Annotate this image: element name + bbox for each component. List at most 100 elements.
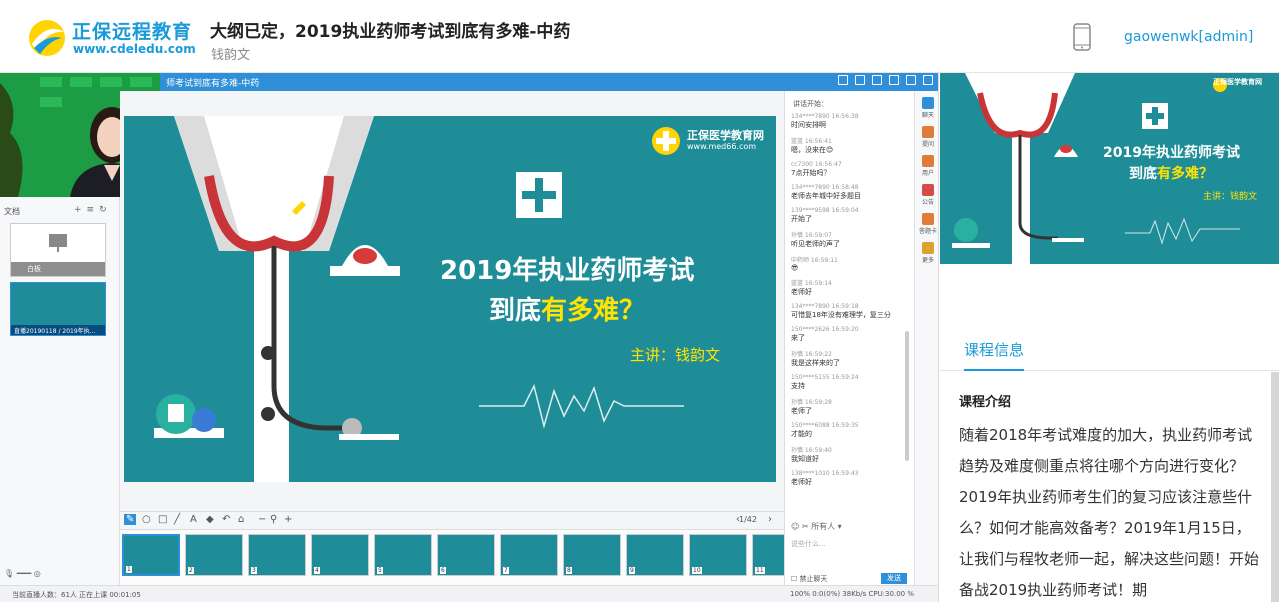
zoom-in-icon[interactable]: + bbox=[284, 514, 292, 525]
settings-icon[interactable] bbox=[855, 75, 865, 85]
document-thumbnail[interactable]: 直播20190118 / 2019年执... bbox=[10, 282, 106, 336]
minimize-icon[interactable] bbox=[889, 75, 899, 85]
whiteboard-thumbnail[interactable]: 白板 bbox=[10, 223, 106, 277]
chat-message: 150****2626 16:59:20 来了 bbox=[791, 326, 907, 343]
side-tab-label: 聊天 bbox=[921, 112, 934, 119]
side-tab[interactable]: 提问 bbox=[919, 126, 937, 148]
pen-tool-icon[interactable]: ✎ bbox=[124, 514, 137, 525]
logo-mark-icon bbox=[29, 20, 65, 56]
intro-text: 随着2018年考试难度的加大，执业药师考试趋势及难度侧重点将往哪个方向进行变化？… bbox=[959, 426, 1260, 599]
chat-message-text: 😎 bbox=[791, 264, 799, 272]
chat-header: 讲话开始： bbox=[793, 100, 828, 108]
close-icon[interactable] bbox=[923, 75, 933, 85]
logo[interactable]: 正保远程教育 www.cdeledu.com bbox=[26, 16, 196, 60]
circle-tool-icon[interactable]: ○ bbox=[142, 514, 151, 525]
cover-title-line2-pre: 到底 bbox=[1129, 166, 1157, 182]
chat-message: 蓝蓝 16:59:14 老师好 bbox=[791, 278, 907, 297]
slide-title-line1: 2019年执业药师考试 bbox=[440, 256, 695, 286]
filmstrip-slide[interactable]: 2 bbox=[185, 534, 243, 576]
slide-artwork bbox=[154, 116, 684, 482]
fullscreen-icon[interactable] bbox=[838, 75, 848, 85]
slide-title-line2: 到底有多难？ bbox=[489, 290, 645, 327]
filmstrip-slide-number: 8 bbox=[566, 567, 572, 574]
maximize-icon[interactable] bbox=[906, 75, 916, 85]
status-viewers: 当前直播人数：61人 正在上课 00:01:05 bbox=[12, 591, 141, 599]
line-tool-icon[interactable]: ╱ bbox=[174, 514, 180, 525]
side-tab[interactable]: 用户 bbox=[919, 155, 937, 177]
live-player: 师考试到底有多难-中药 文档 +≡↻ 白板 直播20190118 / 2019年… bbox=[0, 73, 939, 602]
slide-logo-url: www.med66.com bbox=[687, 142, 757, 151]
side-tab-label: 更多 bbox=[921, 257, 934, 264]
chat-message-sender: 中药师 16:59:11 bbox=[791, 257, 838, 264]
status-network: 100% 0:0(0%) 38Kb/s CPU:30.00 % bbox=[790, 590, 914, 598]
user-account-link[interactable]: gaowenwk[admin] bbox=[1124, 29, 1253, 45]
zoom-icon[interactable]: ⚲ bbox=[270, 514, 277, 525]
chat-message: 138****1010 16:59:43 老师好 bbox=[791, 470, 907, 487]
filmstrip-slide[interactable]: 9 bbox=[626, 534, 684, 576]
chat-message-list: 134****7890 16:56:38 时间安排啊 蓝蓝 16:56:41 嗯，没来… bbox=[791, 113, 907, 503]
mobile-phone-icon[interactable] bbox=[1073, 23, 1091, 51]
chat-message-sender: 138****1010 16:59:43 bbox=[791, 470, 859, 477]
eraser-icon[interactable]: ◆ bbox=[206, 514, 214, 525]
chat-message-sender: 150****2626 16:59:20 bbox=[791, 326, 859, 333]
menu-icon[interactable] bbox=[872, 75, 882, 85]
filmstrip-slide-number: 11 bbox=[755, 567, 765, 574]
chat-message: 孙慎 16:59:07 听见老师的声了 bbox=[791, 230, 907, 249]
chat-message-sender: 150****5155 16:59:24 bbox=[791, 374, 859, 381]
filmstrip-slide-number: 10 bbox=[692, 567, 702, 574]
filmstrip-slide[interactable]: 5 bbox=[374, 534, 432, 576]
filmstrip-slide[interactable]: 8 bbox=[563, 534, 621, 576]
cover-artwork bbox=[952, 73, 1240, 264]
slide-speaker: 主讲：钱韵文 bbox=[630, 346, 721, 364]
cover-title-line1: 2019年执业药师考试 bbox=[1103, 145, 1240, 161]
document-tools[interactable]: +≡↻ bbox=[74, 205, 112, 215]
chat-message-text: 可惜复18年没有难理学，复三分 bbox=[791, 311, 891, 319]
chat-input[interactable]: 说些什么... bbox=[789, 537, 909, 567]
chat-message-text: 我知道好 bbox=[791, 455, 819, 463]
tab-course-info[interactable]: 课程信息 bbox=[964, 339, 1025, 371]
filmstrip-slide[interactable]: 7 bbox=[500, 534, 558, 576]
chat-message-text: 开始了 bbox=[791, 215, 812, 223]
zoom-out-icon[interactable]: − bbox=[258, 514, 266, 525]
page-title: 大纲已定，2019执业药师考试到底有多难-中药 bbox=[210, 22, 571, 42]
filmstrip-slide[interactable]: 4 bbox=[311, 534, 369, 576]
document-panel-title: 文档 bbox=[4, 207, 20, 216]
block-chat-checkbox[interactable]: ☐ 禁止聊天 bbox=[791, 574, 828, 584]
chat-message: 134****7890 16:58:48 老师去年城中好多题目 bbox=[791, 184, 907, 201]
side-tab[interactable]: 更多 bbox=[919, 242, 937, 264]
info-scrollbar[interactable] bbox=[1271, 372, 1279, 602]
course-cover: 正保医学教育网 2019年执业药师考试 到底有多难？ 主讲：钱韵文 bbox=[940, 73, 1279, 264]
rect-tool-icon[interactable]: □ bbox=[158, 514, 167, 525]
page-next-icon[interactable]: › bbox=[768, 514, 772, 525]
player-titlebar: 师考试到底有多难-中药 bbox=[160, 73, 938, 91]
filmstrip-slide[interactable]: 11 bbox=[752, 534, 784, 576]
filmstrip-slide[interactable]: 3 bbox=[248, 534, 306, 576]
chat-message-sender: 孙慎 16:59:22 bbox=[791, 351, 832, 358]
filmstrip-slide-number: 5 bbox=[377, 567, 383, 574]
chat-message: 孙慎 16:59:40 我知道好 bbox=[791, 445, 907, 464]
chat-message-sender: 孙慎 16:59:07 bbox=[791, 232, 832, 239]
chat-scrollbar[interactable] bbox=[905, 331, 909, 461]
cover-speaker: 主讲：钱韵文 bbox=[1203, 192, 1258, 202]
side-tab[interactable]: 答题卡 bbox=[919, 213, 937, 235]
filmstrip-slide[interactable]: 10 bbox=[689, 534, 747, 576]
clear-icon[interactable]: ⌂ bbox=[238, 514, 244, 525]
chat-message: 孙慎 16:59:22 我是这样来的了 bbox=[791, 349, 907, 368]
side-tab[interactable]: 聊天 bbox=[919, 97, 937, 119]
text-tool-icon[interactable]: A bbox=[190, 514, 197, 525]
chat-message: 139****9598 16:59:04 开始了 bbox=[791, 207, 907, 224]
side-tab-icon bbox=[922, 126, 934, 138]
chat-panel: 讲话开始： 134****7890 16:56:38 时间安排啊 蓝蓝 16:56:… bbox=[784, 91, 914, 585]
chat-message-text: 嗯，没来在😊 bbox=[791, 146, 834, 154]
side-tab[interactable]: 公告 bbox=[919, 184, 937, 206]
current-slide: 正保医学教育网 www.med66.com 2019年执业药师考试 到底有多难？… bbox=[124, 116, 776, 482]
mic-volume-control[interactable]: 🎙 ━━━ ◎ bbox=[4, 569, 41, 578]
chat-tools[interactable]: ☺ ✂ 所有人 ▾ bbox=[791, 521, 842, 532]
undo-icon[interactable]: ↶ bbox=[222, 514, 230, 525]
filmstrip-slide[interactable]: 1 bbox=[122, 534, 180, 576]
slide-title-highlight: 有多难？ bbox=[541, 296, 646, 326]
chat-message-text: 听见老师的声了 bbox=[791, 240, 840, 248]
player-window-title: 师考试到底有多难-中药 bbox=[166, 79, 260, 89]
filmstrip-slide[interactable]: 6 bbox=[437, 534, 495, 576]
send-button[interactable]: 发送 bbox=[881, 573, 907, 584]
